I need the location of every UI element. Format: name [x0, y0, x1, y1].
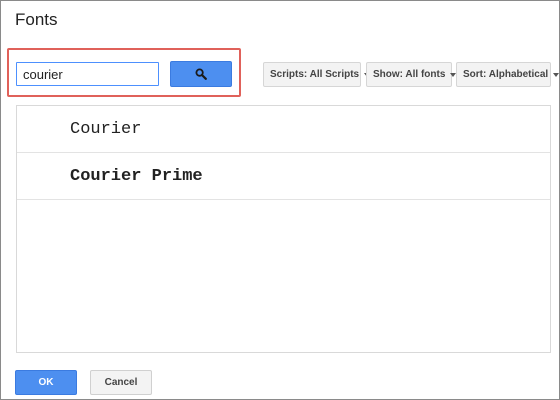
show-dropdown-label: Show: All fonts — [373, 69, 446, 80]
font-list: Courier Courier Prime — [16, 105, 551, 353]
font-item-courier[interactable]: Courier — [17, 106, 550, 153]
sort-dropdown-label: Sort: Alphabetical — [463, 69, 549, 80]
search-button[interactable] — [170, 61, 232, 87]
search-input[interactable] — [16, 62, 159, 86]
show-dropdown[interactable]: Show: All fonts — [366, 62, 457, 87]
scripts-dropdown[interactable]: Scripts: All Scripts — [263, 62, 371, 87]
chevron-down-icon — [553, 72, 560, 77]
font-item-label: Courier Prime — [70, 166, 203, 186]
scripts-dropdown-label: Scripts: All Scripts — [270, 69, 360, 80]
sort-dropdown[interactable]: Sort: Alphabetical — [456, 62, 560, 87]
font-item-courier-prime[interactable]: Courier Prime — [17, 153, 550, 200]
cancel-button[interactable]: Cancel — [90, 370, 152, 395]
ok-button[interactable]: OK — [15, 370, 77, 395]
font-item-label: Courier — [70, 119, 142, 139]
search-icon — [195, 68, 207, 80]
fonts-dialog: Fonts Scripts: All Scripts Show: All fon… — [0, 0, 560, 400]
dialog-title: Fonts — [15, 10, 58, 29]
